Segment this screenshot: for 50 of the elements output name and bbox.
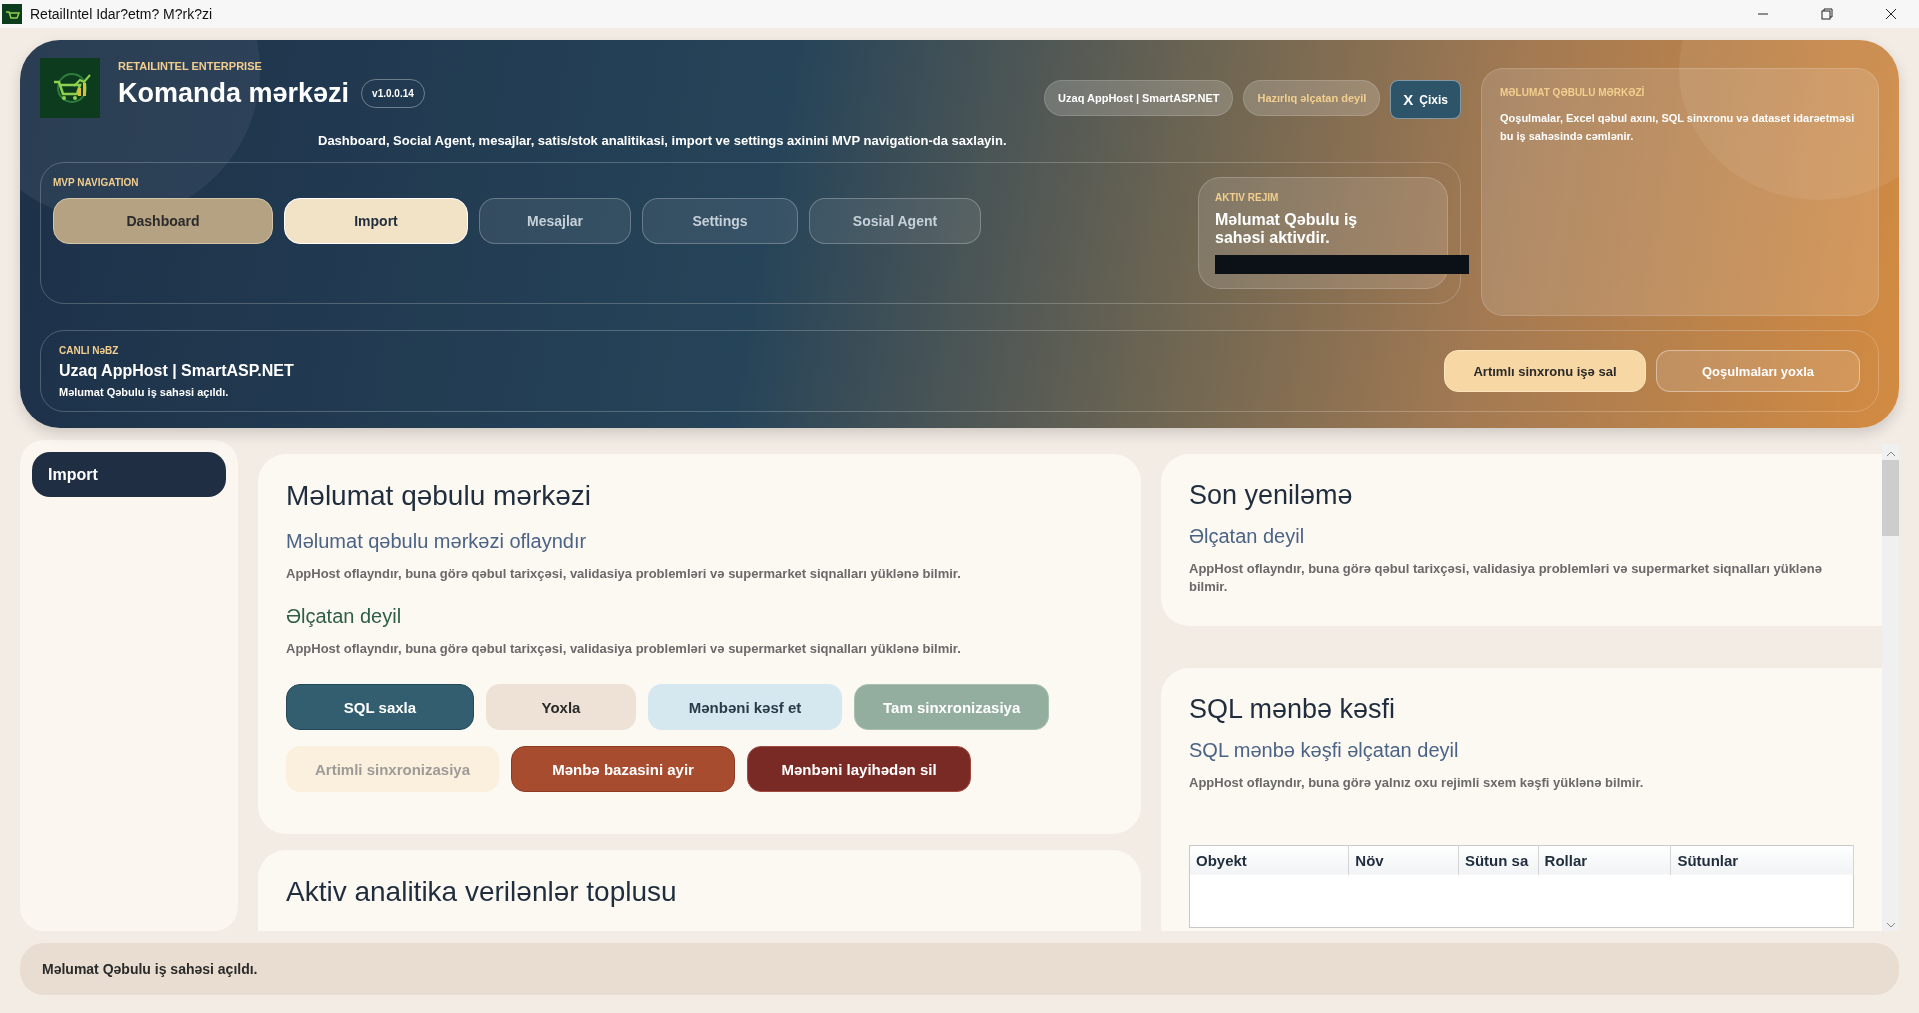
section-heading: Əlçatan deyil — [286, 605, 403, 629]
section-heading: SQL mənbə kəşfi əlçatan deyil — [1189, 739, 1460, 763]
nav-tab[interactable]: Dashboard — [53, 198, 273, 244]
action-button[interactable]: Mənbə bazasini ayir — [511, 746, 736, 793]
section-text: AppHost oflayndır, buna görə qəbul tarixçəsi, validasiya problemləri və supermarket siqnalları yüklənə bilmir. — [286, 565, 962, 583]
column-header: Sütunlar — [1670, 845, 1854, 875]
window-title: RetailIntel Idar?etm? M?rk?zi — [30, 6, 214, 22]
nav-tab[interactable]: Mesajlar — [479, 198, 631, 244]
nav-tab[interactable]: Sosial Agent — [809, 198, 981, 244]
header-subtitle: Dashboard, Social Agent, mesajlar, satis/stok analitikasi, import ve settings axinini MVP navigation-da saxlayin. — [317, 133, 1008, 148]
section-heading: Məlumat qəbulu mərkəzi oflayndır — [286, 530, 588, 553]
action-button[interactable]: Artımlı sinxronu işə sal — [1444, 350, 1646, 392]
pulse-label: CANLI NəBZ — [59, 344, 120, 356]
column-header: Növ — [1348, 845, 1459, 875]
column-header: Sütun sa — [1458, 845, 1539, 875]
sidebar-item[interactable]: Import — [32, 452, 226, 497]
pulse-text: Məlumat Qəbulu iş sahəsi açıldı. — [59, 385, 230, 398]
column-header: Obyekt — [1189, 845, 1349, 875]
status-text: Məlumat Qəbulu iş sahəsi açıldı. — [42, 961, 258, 977]
card-title: Aktiv analitika verilənlər toplusu — [286, 876, 678, 909]
card-title: SQL mənbə kəsfi — [1189, 694, 1397, 726]
scroll-thumb[interactable] — [1882, 460, 1899, 536]
nav-tab[interactable]: Settings — [642, 198, 798, 244]
status-pill: Uzaq AppHost | SmartASP.NET — [1044, 80, 1234, 116]
card-title: Son yeniləmə — [1189, 480, 1354, 511]
mode-text: Məlumat Qəbulu iş sahəsi aktivdir. — [1215, 211, 1359, 247]
scrollbar[interactable] — [1882, 444, 1899, 931]
section-heading: Əlçatan deyil — [1189, 525, 1306, 548]
info-label: MƏLUMAT QƏBULU MƏRKƏZİ — [1500, 87, 1646, 98]
app-icon — [2, 4, 22, 24]
brand-label: RETAILINTEL ENTERPRISE — [118, 60, 263, 72]
card-title: Məlumat qəbulu mərkəzi — [286, 480, 593, 512]
page-title: Komanda mərkəzi — [118, 78, 350, 109]
nav-tab[interactable]: Import — [284, 198, 468, 244]
section-text: AppHost oflayndır, buna görə qəbul tarixçəsi, validasiya problemləri və supermarket siqnalları yüklənə bilmir. — [286, 640, 962, 659]
pulse-title: Uzaq AppHost | SmartASP.NET — [59, 361, 295, 380]
section-text: AppHost oflayndır, buna görə yalnız oxu rejimli sxem kəşfi yüklənə bilmir. — [1189, 774, 1645, 793]
close-icon — [1885, 8, 1897, 20]
action-button[interactable]: Mənbəni kəsf et — [648, 684, 842, 731]
info-text: Qoşulmalar, Excel qəbul axını, SQL sinxronu və dataset idarəetməsi bu iş sahəsində cəmlənir. — [1500, 111, 1856, 144]
mode-label: AKTIV REJIM — [1215, 192, 1280, 203]
action-button[interactable]: Yoxla — [486, 684, 636, 731]
logout-button[interactable]: X Çixis — [1390, 80, 1461, 119]
nav-label: MVP NAVIGATION — [53, 177, 140, 188]
section-text: AppHost oflayndır, buna görə qəbul tarixçəsi, validasiya problemləri və supermarket siqnalları yüklənə bilmir. — [1189, 560, 1823, 597]
status-pill: Hazırlıq əlçatan deyil — [1243, 80, 1381, 116]
restore-icon — [1821, 8, 1833, 20]
action-button[interactable]: Mənbəni layihədən sil — [747, 746, 972, 793]
column-header: Rollar — [1538, 845, 1671, 875]
action-button[interactable]: SQL saxla — [286, 684, 474, 731]
